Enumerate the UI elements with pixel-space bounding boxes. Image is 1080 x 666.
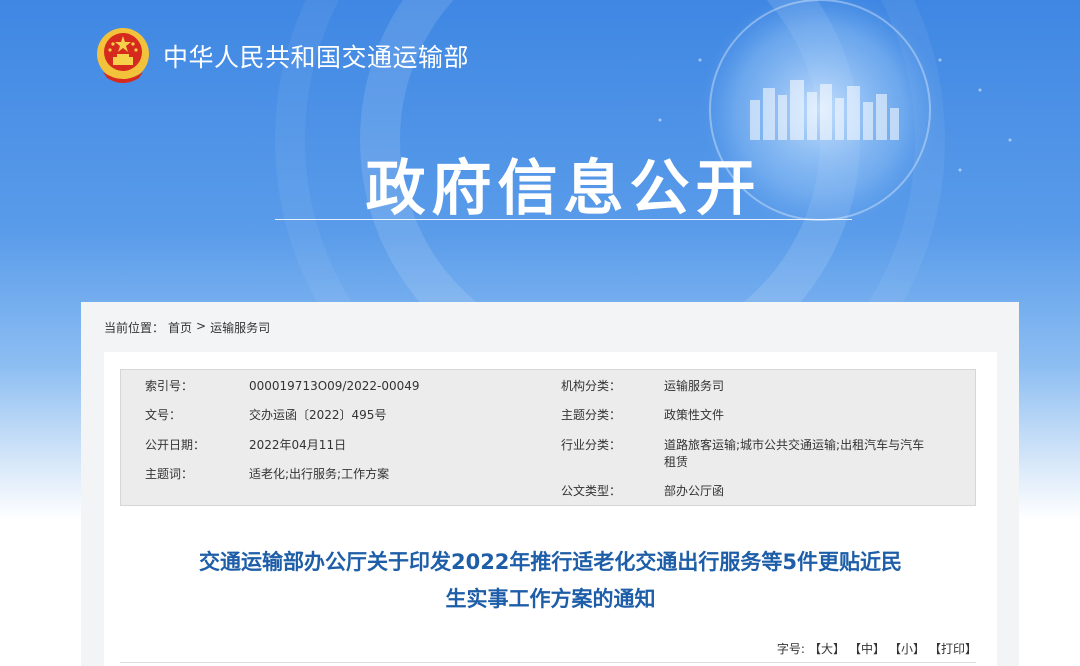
meta-index-value: 000019713O09/2022-00049 [249, 379, 420, 393]
meta-doctype-value: 部办公厅函 [664, 484, 725, 498]
meta-date-value: 2022年04月11日 [249, 438, 347, 452]
breadcrumb-prefix: 当前位置： [104, 321, 165, 335]
font-large-button[interactable]: 【大】 [809, 640, 845, 657]
font-small-button[interactable]: 【小】 [889, 640, 925, 657]
banner-title: 政府信息公开 [365, 154, 762, 224]
breadcrumb-separator: > [196, 319, 207, 333]
article-title-line2: 生实事工作方案的通知 [445, 587, 656, 611]
font-size-label: 字号: [776, 642, 805, 656]
article-container: 索引号： 000019713O09/2022-00049 文号： 交办运函〔20… [104, 352, 997, 666]
meta-keywords-value: 适老化;出行服务;工作方案 [249, 467, 390, 481]
meta-org-label: 机构分类： [561, 379, 622, 393]
meta-topic-value: 政策性文件 [664, 408, 725, 422]
meta-industry-value-line2: 租赁 [664, 455, 689, 469]
site-header: 中华人民共和国交通运输部 [95, 26, 469, 86]
meta-index-label: 索引号： [145, 379, 194, 393]
meta-org-value: 运输服务司 [664, 379, 725, 393]
article-title: 交通运输部办公厅关于印发2022年推行适老化交通出行服务等5件更贴近民 生实事工… [104, 544, 997, 618]
site-name[interactable]: 中华人民共和国交通运输部 [163, 38, 469, 74]
meta-doc-no-label: 文号： [145, 408, 182, 422]
meta-doc-no-value: 交办运函〔2022〕495号 [249, 408, 387, 422]
meta-doctype-label: 公文类型： [561, 484, 622, 498]
print-button[interactable]: 【打印】 [929, 640, 977, 657]
breadcrumb-current-link[interactable]: 运输服务司 [210, 319, 270, 336]
toolbar-divider [120, 662, 976, 663]
meta-keywords-label: 主题词： [145, 467, 194, 481]
font-size-toolbar: 字号: 【大】 【中】 【小】 【打印】 [777, 640, 977, 657]
document-metadata-table: 索引号： 000019713O09/2022-00049 文号： 交办运函〔20… [120, 369, 976, 506]
article-title-line1: 交通运输部办公厅关于印发2022年推行适老化交通出行服务等5件更贴近民 [198, 550, 903, 574]
meta-industry-label: 行业分类： [561, 438, 622, 452]
content-panel: 当前位置： 首页 > 运输服务司 索引号： 000019713O09/2022-… [81, 302, 1019, 666]
meta-topic-label: 主题分类： [561, 408, 622, 422]
meta-date-label: 公开日期： [145, 438, 206, 452]
banner-divider [275, 219, 852, 220]
font-medium-button[interactable]: 【中】 [849, 640, 885, 657]
breadcrumb-home-link[interactable]: 首页 [168, 319, 192, 336]
breadcrumb: 当前位置： 首页 > 运输服务司 [104, 319, 270, 336]
national-emblem-icon [97, 28, 149, 83]
meta-industry-value-line1: 道路旅客运输;城市公共交通运输;出租汽车与汽车 [664, 438, 925, 452]
